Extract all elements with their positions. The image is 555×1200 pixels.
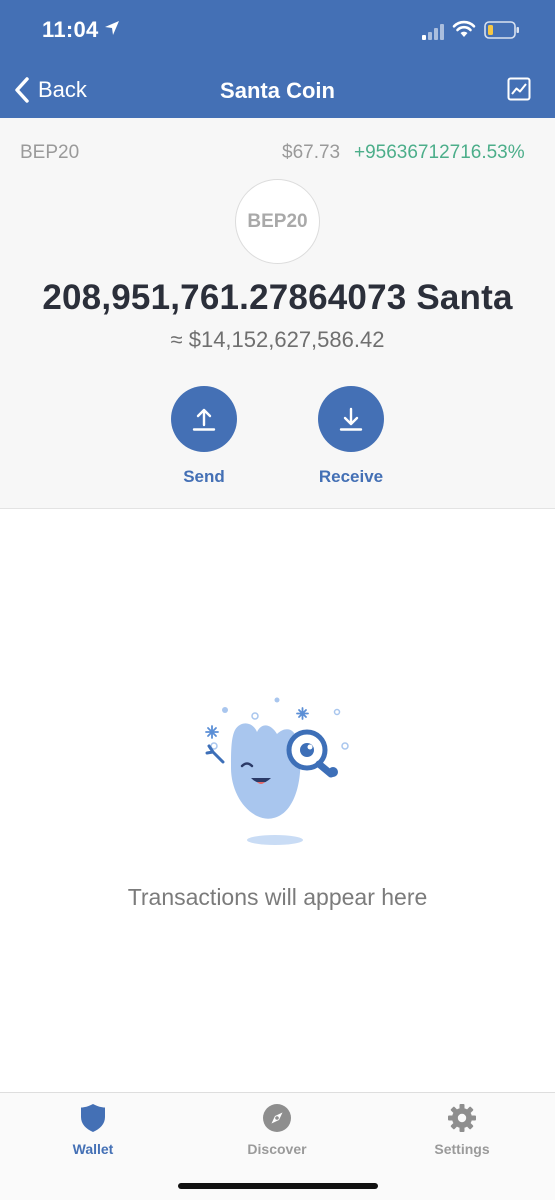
price-change: +95636712716.53% bbox=[354, 142, 525, 163]
send-label: Send bbox=[183, 467, 225, 486]
tab-discover[interactable]: Discover bbox=[222, 1103, 332, 1157]
receive-label: Receive bbox=[318, 467, 384, 486]
arrow-up-icon bbox=[192, 408, 216, 431]
send-button[interactable]: Send bbox=[171, 386, 237, 487]
battery-icon bbox=[484, 21, 519, 39]
mascot-magnifier-illustration bbox=[205, 697, 349, 845]
status-time: 11:04 bbox=[42, 17, 99, 42]
tab-settings-label: Settings bbox=[434, 1141, 490, 1157]
shield-icon bbox=[81, 1104, 105, 1132]
receive-circle[interactable] bbox=[318, 386, 384, 452]
tab-wallet[interactable]: Wallet bbox=[38, 1103, 148, 1157]
receive-button[interactable]: Receive bbox=[318, 386, 384, 487]
tab-wallet-label: Wallet bbox=[72, 1141, 114, 1157]
token-summary-panel: BEP20 $67.73 +95636712716.53% BEP20 208,… bbox=[0, 118, 555, 509]
app-header: 11:04 Back Santa Coin bbox=[0, 0, 555, 118]
fiat-balance: ≈ $14,152,627,586.42 bbox=[170, 327, 385, 352]
signal-icon bbox=[422, 24, 444, 40]
send-circle[interactable] bbox=[171, 386, 237, 452]
token-logo: BEP20 bbox=[235, 179, 320, 264]
token-standard: BEP20 bbox=[20, 142, 80, 163]
empty-state-message: Transactions will appear here bbox=[127, 884, 428, 910]
arrow-down-icon bbox=[339, 407, 363, 431]
nav-bar: Back Santa Coin bbox=[0, 62, 555, 118]
status-bar: 11:04 bbox=[0, 0, 555, 58]
wifi-icon bbox=[452, 20, 476, 37]
home-indicator[interactable] bbox=[178, 1183, 378, 1189]
tab-discover-label: Discover bbox=[247, 1141, 307, 1157]
compass-icon bbox=[263, 1104, 291, 1132]
location-arrow-icon bbox=[105, 21, 119, 35]
gear-icon bbox=[448, 1104, 476, 1132]
page-title: Santa Coin bbox=[220, 78, 335, 103]
chart-icon[interactable] bbox=[507, 77, 531, 101]
token-price: $67.73 bbox=[282, 142, 341, 163]
token-balance: 208,951,761.27864073 Santa bbox=[42, 278, 513, 317]
tab-settings[interactable]: Settings bbox=[407, 1103, 517, 1157]
